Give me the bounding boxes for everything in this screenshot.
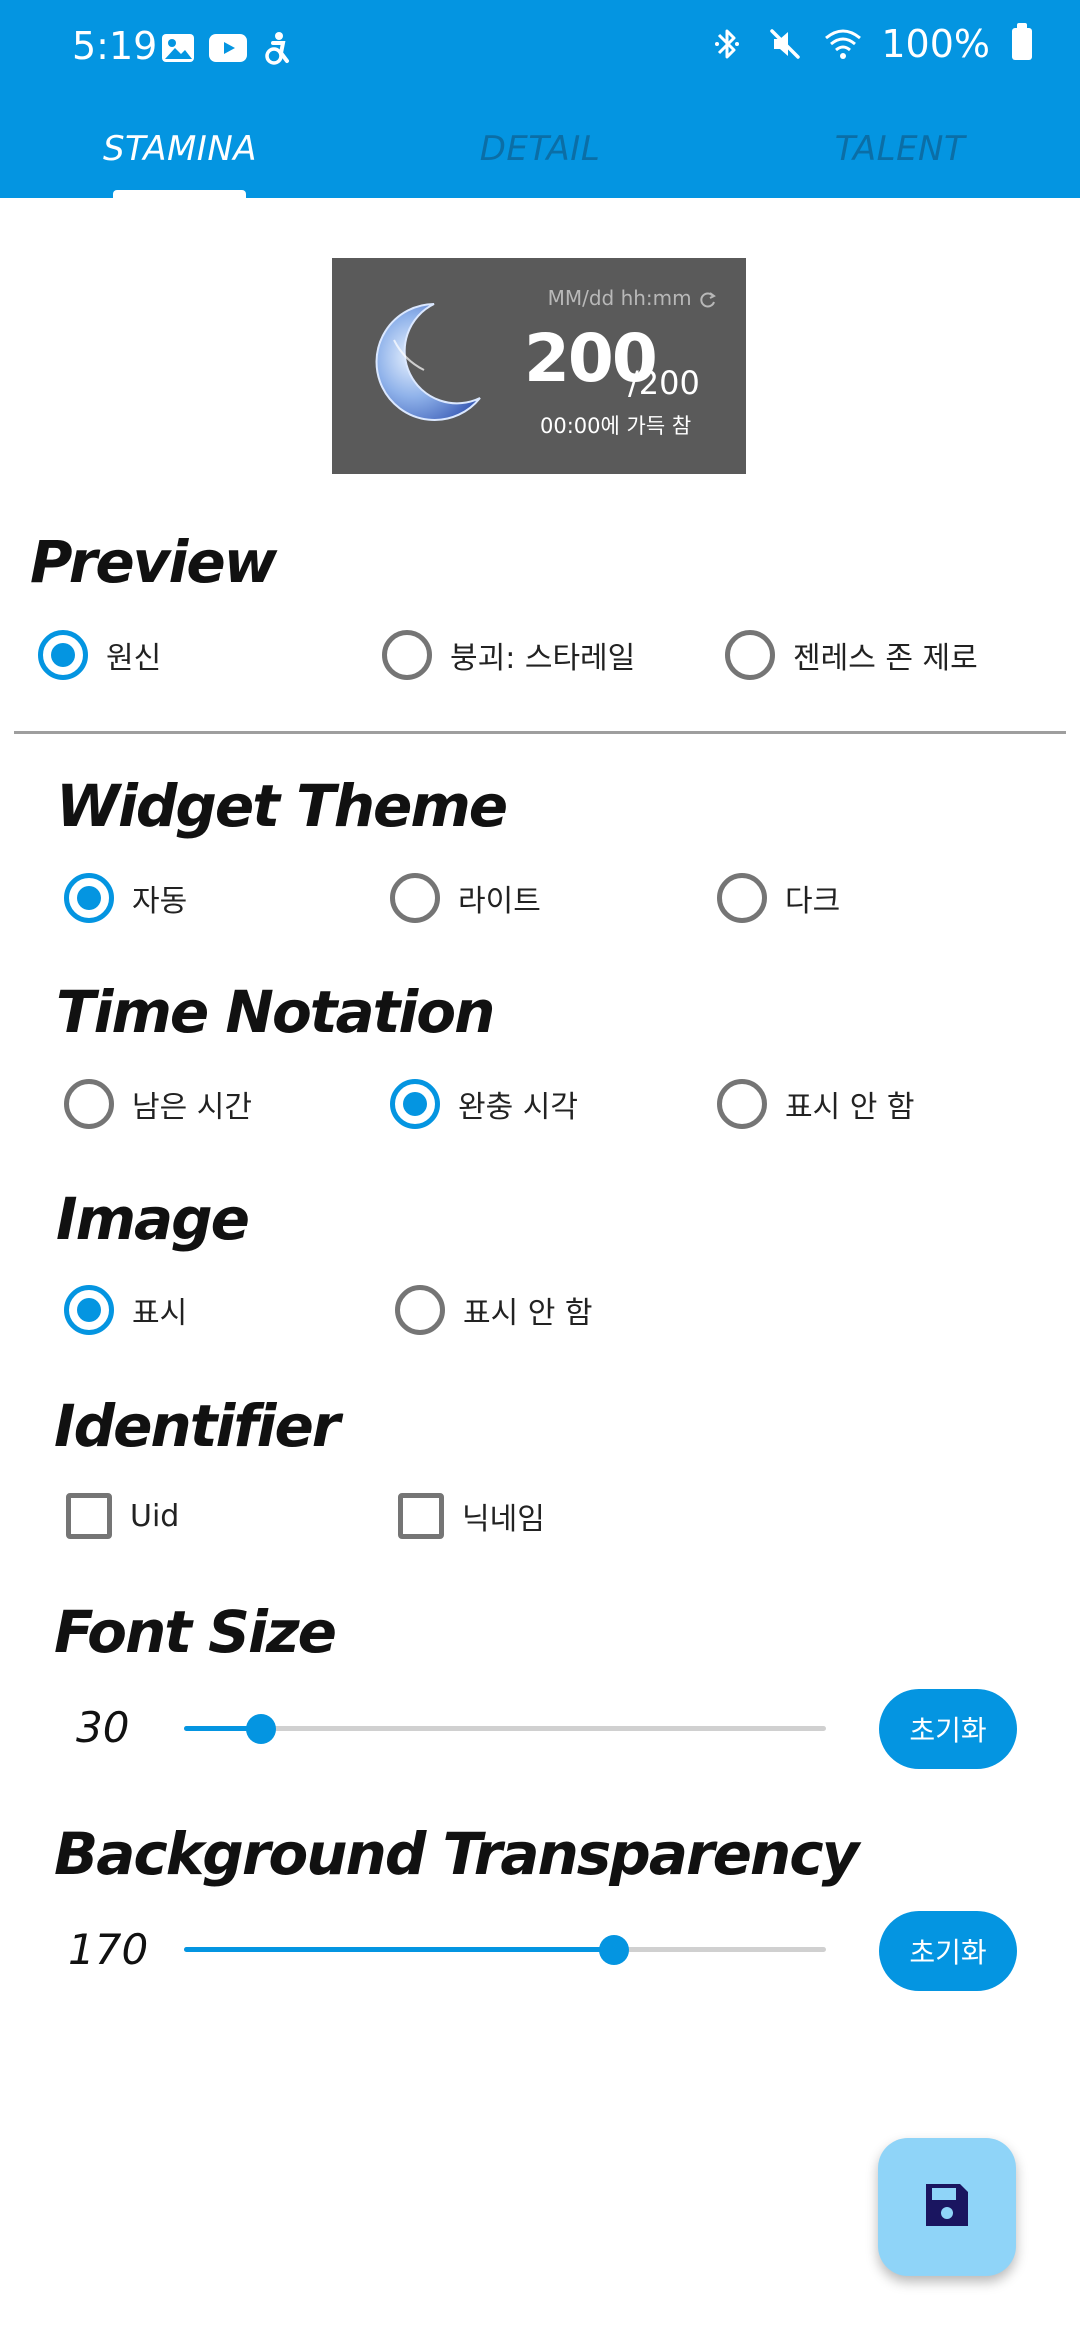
tab-bar: STAMINA DETAIL TALENT xyxy=(0,100,1080,198)
option-label: 닉네임 xyxy=(462,1502,545,1537)
option-label: 남은 시간 xyxy=(132,1090,252,1125)
battery-percent: 100% xyxy=(881,22,990,66)
widget-date-text: MM/dd hh:mm xyxy=(547,286,692,310)
refresh-icon xyxy=(698,286,718,310)
widget-full-time: 00:00에 가득 참 xyxy=(540,414,692,438)
save-button[interactable] xyxy=(878,2138,1016,2276)
image-option-hide[interactable]: 표시 안 함 xyxy=(395,1282,592,1338)
theme-option-light[interactable]: 라이트 xyxy=(390,870,541,926)
theme-option-auto[interactable]: 자동 xyxy=(64,870,187,926)
background-transparency-slider-thumb[interactable] xyxy=(599,1935,630,1965)
font-size-reset-button[interactable]: 초기화 xyxy=(879,1689,1017,1769)
theme-option-dark[interactable]: 다크 xyxy=(717,870,840,926)
time-notation-title: Time Notation xyxy=(56,978,495,1046)
radio-button[interactable] xyxy=(717,873,767,923)
preview-option-zzz[interactable]: 젠레스 존 제로 xyxy=(725,627,978,683)
widget-theme-title: Widget Theme xyxy=(56,772,508,840)
tab-stamina[interactable]: STAMINA xyxy=(0,100,360,198)
radio-button[interactable] xyxy=(395,1285,445,1335)
radio-button[interactable] xyxy=(390,873,440,923)
image-option-show[interactable]: 표시 xyxy=(64,1282,187,1338)
preview-title: Preview xyxy=(30,528,277,596)
option-label: 표시 안 함 xyxy=(463,1296,593,1331)
divider xyxy=(14,731,1066,734)
bluetooth-icon xyxy=(707,24,747,64)
widget-preview: MM/dd hh:mm 200 /200 00:00에 가득 참 xyxy=(332,258,746,474)
option-label: 완충 시각 xyxy=(458,1090,578,1125)
time-option-remaining[interactable]: 남은 시간 xyxy=(64,1076,252,1132)
font-size-value: 30 xyxy=(76,1703,130,1752)
option-label: 원신 xyxy=(106,641,162,676)
mute-icon xyxy=(765,24,805,64)
preview-option-genshin[interactable]: 원신 xyxy=(38,627,161,683)
battery-icon xyxy=(1012,23,1032,60)
radio-button[interactable] xyxy=(382,630,432,680)
option-label: Uid xyxy=(130,1498,180,1534)
tab-indicator xyxy=(113,190,246,198)
youtube-icon xyxy=(208,28,248,68)
crescent-moon-icon xyxy=(364,300,484,428)
radio-button[interactable] xyxy=(38,630,88,680)
app-bar: 5:19 100% STAMINA DETAIL TALENT xyxy=(0,0,1080,198)
time-option-hide[interactable]: 표시 안 함 xyxy=(717,1076,914,1132)
identifier-option-nickname[interactable]: 닉네임 xyxy=(398,1488,545,1544)
radio-button[interactable] xyxy=(390,1079,440,1129)
option-label: 자동 xyxy=(132,884,188,919)
background-transparency-title: Background Transparency xyxy=(54,1820,859,1888)
radio-button[interactable] xyxy=(717,1079,767,1129)
radio-button[interactable] xyxy=(64,1079,114,1129)
status-left-icons xyxy=(158,28,298,68)
option-label: 표시 안 함 xyxy=(785,1090,915,1125)
radio-button[interactable] xyxy=(725,630,775,680)
status-right: 100% xyxy=(707,22,1032,66)
option-label: 붕괴: 스타레일 xyxy=(450,641,636,676)
checkbox[interactable] xyxy=(66,1493,112,1539)
option-label: 다크 xyxy=(785,884,841,919)
font-size-slider-track[interactable] xyxy=(184,1726,826,1731)
tab-detail[interactable]: DETAIL xyxy=(360,100,720,198)
time-option-full-at[interactable]: 완충 시각 xyxy=(390,1076,578,1132)
image-title: Image xyxy=(56,1185,250,1253)
background-transparency-reset-button[interactable]: 초기화 xyxy=(879,1911,1017,1991)
radio-button[interactable] xyxy=(64,1285,114,1335)
checkbox[interactable] xyxy=(398,1493,444,1539)
tab-talent[interactable]: TALENT xyxy=(720,100,1080,198)
option-label: 표시 xyxy=(132,1296,188,1331)
font-size-slider-thumb[interactable] xyxy=(246,1714,277,1744)
save-icon xyxy=(922,2180,972,2234)
preview-option-starrail[interactable]: 붕괴: 스타레일 xyxy=(382,627,635,683)
status-time: 5:19 xyxy=(72,24,158,68)
background-transparency-slider-fill xyxy=(184,1947,615,1952)
widget-date: MM/dd hh:mm xyxy=(548,286,718,310)
identifier-title: Identifier xyxy=(54,1392,340,1460)
background-transparency-value: 170 xyxy=(68,1925,149,1974)
font-size-title: Font Size xyxy=(54,1598,337,1666)
gallery-icon xyxy=(158,28,198,68)
option-label: 라이트 xyxy=(458,884,541,919)
option-label: 젠레스 존 제로 xyxy=(793,641,978,676)
wifi-icon xyxy=(823,24,863,64)
identifier-option-uid[interactable]: Uid xyxy=(66,1488,179,1544)
accessibility-icon xyxy=(258,28,298,68)
radio-button[interactable] xyxy=(64,873,114,923)
widget-stamina-max: /200 xyxy=(628,364,700,402)
